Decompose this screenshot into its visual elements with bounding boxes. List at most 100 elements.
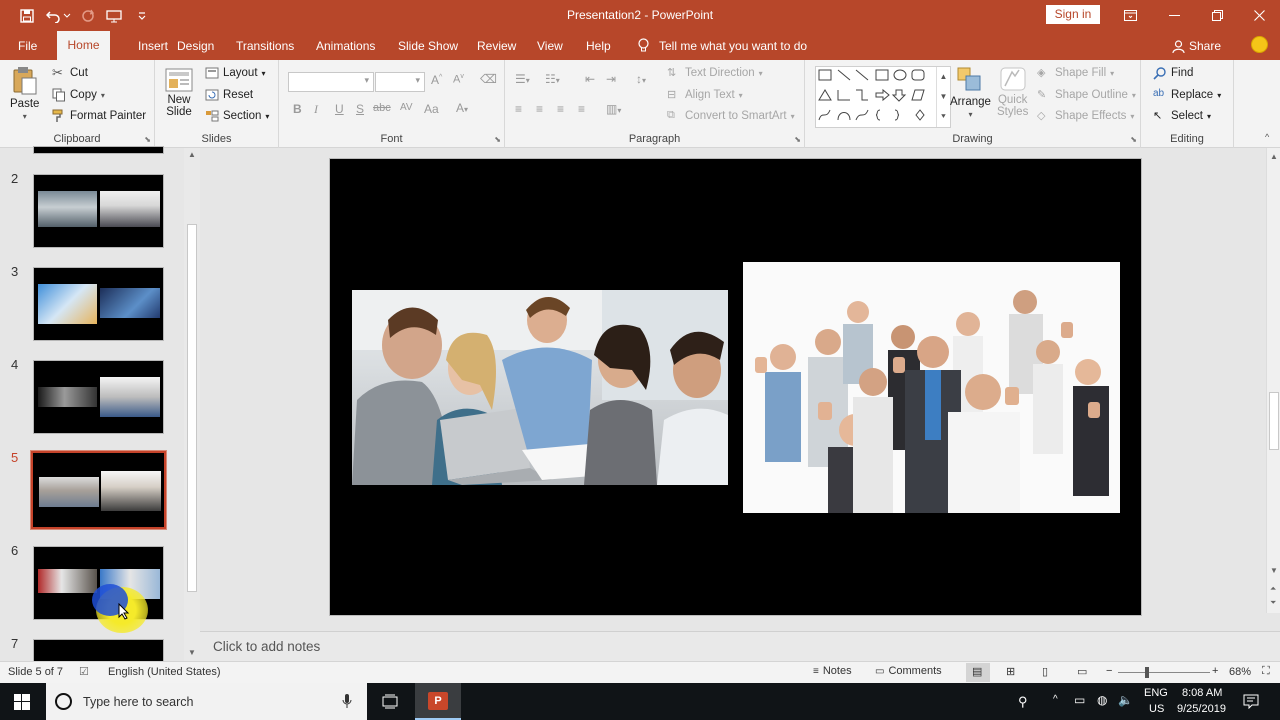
tab-home[interactable]: Home (57, 31, 110, 60)
align-text-button[interactable]: ⊟ Align Text ▾ (667, 88, 743, 102)
slide-thumbnail-2[interactable] (33, 174, 164, 248)
network-icon[interactable]: ◍ (1097, 693, 1107, 707)
scrollbar-thumb[interactable] (187, 224, 197, 592)
next-slide-icon[interactable]: ⏷ (1270, 598, 1276, 608)
clear-formatting-icon[interactable]: ⌫ (480, 72, 497, 86)
input-language[interactable]: ENG (1144, 687, 1168, 699)
notes-pane[interactable]: Click to add notes (200, 631, 1280, 661)
strikethrough-button[interactable]: abc (373, 102, 391, 114)
tab-slide-show[interactable]: Slide Show (398, 39, 458, 53)
scroll-down-icon[interactable]: ▼ (188, 648, 196, 657)
slide-canvas[interactable] (329, 158, 1142, 616)
notes-toggle[interactable]: ≡ Notes (813, 665, 852, 677)
cut-button[interactable]: ✂ Cut (52, 66, 88, 80)
dialog-launcher-icon[interactable]: ⬊ (1130, 135, 1137, 144)
slide-sorter-icon[interactable]: ⊞ (1006, 665, 1015, 678)
quick-styles-button[interactable]: Quick Styles (997, 66, 1028, 118)
spelling-icon[interactable]: ☑ (79, 665, 89, 678)
slide-scrollbar[interactable]: ▲ ▼ ⏶ ⏷ (1266, 148, 1280, 613)
feedback-smiley-icon[interactable] (1251, 36, 1268, 53)
justify-icon[interactable]: ≡ (578, 102, 585, 116)
tell-me-box[interactable]: Tell me what you want to do (638, 38, 807, 53)
tab-review[interactable]: Review (477, 39, 516, 53)
convert-smartart-button[interactable]: ⧉ Convert to SmartArt ▾ (667, 109, 795, 123)
slide-thumbnail-5[interactable] (30, 450, 167, 530)
input-region[interactable]: US (1149, 703, 1164, 715)
slide-thumbnail-4[interactable] (33, 360, 164, 434)
text-direction-button[interactable]: ⇅ Text Direction ▾ (667, 66, 763, 80)
tab-animations[interactable]: Animations (316, 39, 375, 53)
paste-button[interactable]: Paste ▾ (10, 66, 39, 121)
comments-toggle[interactable]: ▭ Comments (875, 665, 942, 677)
format-painter-button[interactable]: Format Painter (52, 109, 146, 123)
new-slide-button[interactable]: New Slide (164, 66, 194, 118)
increase-font-icon[interactable]: A^ (431, 73, 442, 87)
slide-show-icon[interactable]: ▭ (1077, 665, 1087, 678)
arrange-button[interactable]: Arrange ▾ (950, 66, 991, 119)
tab-help[interactable]: Help (586, 39, 611, 53)
fit-to-window-icon[interactable]: ⛶ (1262, 665, 1270, 678)
numbering-icon[interactable]: ☷▾ (545, 72, 560, 86)
italic-button[interactable]: I (314, 102, 318, 117)
font-name-combo[interactable]: ▾ (288, 72, 374, 92)
columns-icon[interactable]: ▥▾ (606, 102, 621, 116)
show-hidden-icons-icon[interactable]: ^ (1053, 694, 1058, 705)
microphone-icon[interactable] (342, 694, 352, 709)
dialog-launcher-icon[interactable]: ⬊ (144, 135, 151, 144)
font-size-combo[interactable]: ▾ (375, 72, 425, 92)
shape-outline-button[interactable]: ✎ Shape Outline ▾ (1037, 88, 1136, 102)
zoom-slider[interactable] (1118, 672, 1210, 673)
ribbon-display-options-icon[interactable] (1108, 0, 1152, 31)
slide-thumbnail-3[interactable] (33, 267, 164, 341)
share-button[interactable]: Share (1172, 39, 1221, 53)
restore-icon[interactable] (1195, 0, 1239, 31)
clock-time[interactable]: 8:08 AM (1182, 687, 1222, 699)
taskbar-search-box[interactable]: Type here to search (46, 683, 367, 720)
section-button[interactable]: Section ▾ (205, 109, 269, 123)
align-center-icon[interactable]: ≡ (536, 102, 543, 116)
increase-indent-icon[interactable]: ⇥ (606, 72, 616, 86)
sign-in-button[interactable]: Sign in (1046, 5, 1100, 24)
thumbnail-scrollbar[interactable]: ▲ ▼ (184, 148, 200, 661)
slide-thumbnail-7[interactable] (33, 639, 164, 661)
replace-button[interactable]: ab Replace ▾ (1153, 88, 1221, 102)
thumbs-up-team-photo[interactable] (743, 262, 1120, 513)
shapes-scroll[interactable]: ▲ ▼ ⯆ (936, 67, 950, 127)
decrease-indent-icon[interactable]: ⇤ (585, 72, 595, 86)
battery-icon[interactable]: ▭ (1074, 693, 1085, 707)
shape-effects-button[interactable]: ◇ Shape Effects ▾ (1037, 109, 1134, 123)
scroll-down-icon[interactable]: ▼ (1270, 566, 1278, 575)
tab-transitions[interactable]: Transitions (236, 39, 294, 53)
font-color-icon[interactable]: A▾ (456, 101, 468, 115)
people-icon[interactable]: ⚲ (1018, 694, 1028, 710)
bold-button[interactable]: B (293, 102, 302, 116)
copy-button[interactable]: Copy ▾ (52, 88, 105, 102)
bullets-icon[interactable]: ☰▾ (515, 72, 530, 86)
find-button[interactable]: Find (1153, 66, 1193, 80)
dialog-launcher-icon[interactable]: ⬊ (494, 135, 501, 144)
team-meeting-photo[interactable] (352, 290, 728, 485)
scroll-up-icon[interactable]: ▲ (1270, 152, 1278, 161)
underline-button[interactable]: U (335, 102, 344, 116)
slide-thumbnail-1[interactable] (33, 146, 164, 154)
previous-slide-icon[interactable]: ⏶ (1270, 584, 1276, 594)
windows-start-icon[interactable] (14, 694, 30, 710)
zoom-out-icon[interactable]: − (1106, 665, 1112, 677)
powerpoint-taskbar-button[interactable]: P (415, 683, 461, 720)
line-spacing-icon[interactable]: ↕▾ (636, 72, 646, 86)
shape-fill-button[interactable]: ◈ Shape Fill ▾ (1037, 66, 1114, 80)
minimize-icon[interactable] (1152, 0, 1196, 31)
volume-icon[interactable]: 🔈 (1118, 693, 1133, 707)
tab-file[interactable]: File (18, 39, 37, 53)
task-view-icon[interactable] (382, 694, 398, 709)
text-shadow-button[interactable]: S (356, 102, 364, 116)
notifications-icon[interactable] (1243, 693, 1259, 709)
tab-insert[interactable]: Insert (138, 39, 168, 53)
reset-button[interactable]: Reset (205, 88, 253, 102)
collapse-ribbon-icon[interactable]: ^ (1265, 132, 1269, 142)
zoom-slider-thumb[interactable] (1145, 667, 1149, 678)
select-button[interactable]: ↖ Select ▾ (1153, 109, 1211, 123)
language-indicator[interactable]: English (United States) (108, 666, 221, 678)
scroll-up-icon[interactable]: ▲ (188, 150, 196, 159)
align-right-icon[interactable]: ≡ (557, 102, 564, 116)
